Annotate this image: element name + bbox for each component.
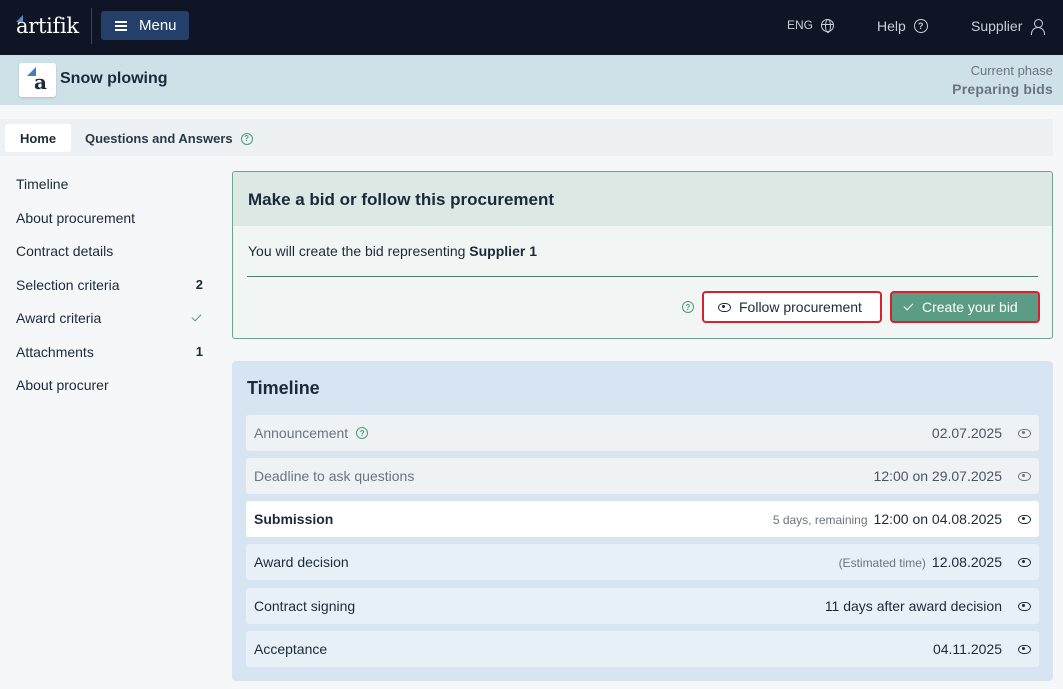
logo-text: artifik xyxy=(16,14,79,38)
eye-icon[interactable] xyxy=(1017,470,1031,482)
procurement-avatar: a xyxy=(19,63,56,97)
timeline-row-note: (Estimated time) xyxy=(838,556,926,570)
logo-mark-icon xyxy=(16,15,23,22)
language-selector[interactable]: ENG xyxy=(787,18,835,33)
timeline-row-value: 04.11.2025 xyxy=(932,641,1002,657)
count-badge: 2 xyxy=(195,276,203,292)
timeline-row-submission[interactable]: Submission 5 days, remaining 12:00 on 04… xyxy=(246,501,1039,537)
eye-icon[interactable] xyxy=(1017,643,1031,655)
sidebar-item-award-criteria[interactable]: Award criteria xyxy=(16,310,206,344)
timeline-row-label: Deadline to ask questions xyxy=(254,468,415,484)
top-navigation-bar: artifik Menu ENG Help ? Supplier xyxy=(0,0,1063,55)
tab-home[interactable]: Home xyxy=(5,124,71,152)
eye-icon[interactable] xyxy=(1017,556,1031,568)
tab-questions-and-answers[interactable]: Questions and Answers ? xyxy=(85,131,253,146)
user-menu[interactable]: Supplier xyxy=(971,18,1046,35)
timeline-row-label: Contract signing xyxy=(254,598,356,614)
sidebar-item-label: Award criteria xyxy=(16,310,102,326)
sidebar-item-timeline[interactable]: Timeline xyxy=(16,176,206,210)
sidebar-item-label: About procurement xyxy=(16,209,136,226)
bid-card: Make a bid or follow this procurement Yo… xyxy=(232,171,1053,339)
tab-label: Questions and Answers xyxy=(85,131,233,146)
timeline-row-label: Announcement xyxy=(254,425,349,441)
eye-icon[interactable] xyxy=(1017,427,1031,439)
timeline-row-label: Submission xyxy=(254,511,334,527)
bid-info-text: You will create the bid representing Sup… xyxy=(248,243,537,259)
side-navigation: Timeline About procurement Contract deta… xyxy=(16,176,206,411)
procurement-header: a Snow plowing Current phase Preparing b… xyxy=(0,55,1063,105)
create-bid-button[interactable]: Create your bid xyxy=(890,291,1040,323)
question-circle-icon[interactable]: ? xyxy=(356,427,369,439)
divider xyxy=(247,276,1038,277)
bid-info-prefix: You will create the bid representing xyxy=(248,243,466,259)
sidebar-item-label: Selection criteria xyxy=(16,276,120,293)
checkmark-icon xyxy=(191,311,202,322)
menu-button[interactable]: Menu xyxy=(101,11,189,40)
bid-card-heading: Make a bid or follow this procurement xyxy=(233,172,1052,226)
sidebar-item-label: Attachments xyxy=(16,343,94,360)
eye-icon[interactable] xyxy=(1017,513,1031,525)
button-label: Follow procurement xyxy=(739,299,862,315)
sidebar-item-label: Timeline xyxy=(16,176,69,192)
sidebar-item-about-procurer[interactable]: About procurer xyxy=(16,377,206,411)
page-title: Snow plowing xyxy=(60,70,168,87)
artifik-logo[interactable]: artifik xyxy=(16,14,79,38)
sidebar-item-contract-details[interactable]: Contract details xyxy=(16,243,206,277)
language-label: ENG xyxy=(787,18,814,32)
timeline-row-question-deadline[interactable]: Deadline to ask questions 12:00 on 29.07… xyxy=(246,458,1039,494)
question-circle-icon: ? xyxy=(913,19,928,33)
timeline-row-value: 12.08.2025 xyxy=(931,554,1002,570)
question-circle-icon: ? xyxy=(240,132,253,145)
count-badge: 1 xyxy=(195,343,203,359)
help-icon[interactable]: ? xyxy=(682,301,694,313)
supplier-name: Supplier 1 xyxy=(469,243,537,259)
timeline-row-acceptance[interactable]: Acceptance 04.11.2025 xyxy=(246,631,1039,667)
timeline-title: Timeline xyxy=(247,378,320,398)
sidebar-item-selection-criteria[interactable]: Selection criteria 2 xyxy=(16,277,206,311)
user-label: Supplier xyxy=(971,18,1023,34)
help-button[interactable]: Help ? xyxy=(877,18,928,34)
checkmark-icon xyxy=(903,300,914,311)
menu-label: Menu xyxy=(139,17,177,34)
eye-icon[interactable] xyxy=(1017,600,1031,612)
timeline-row-label: Acceptance xyxy=(254,641,328,657)
phase-label: Current phase xyxy=(970,63,1053,78)
tab-bar: Home Questions and Answers ? xyxy=(0,119,1053,156)
sidebar-item-label: About procurer xyxy=(16,377,109,393)
timeline-row-announcement[interactable]: Announcement ? 02.07.2025 xyxy=(246,415,1039,451)
timeline-row-note: 5 days, remaining xyxy=(772,513,868,527)
button-label: Create your bid xyxy=(922,299,1018,315)
timeline-panel: Timeline Announcement ? 02.07.2025 Deadl… xyxy=(232,361,1053,681)
phase-value: Preparing bids xyxy=(952,81,1053,97)
timeline-row-value: 12:00 on 04.08.2025 xyxy=(873,511,1002,527)
timeline-row-value: 02.07.2025 xyxy=(931,425,1002,441)
sidebar-item-about-procurement[interactable]: About procurement xyxy=(16,210,206,244)
timeline-row-award-decision[interactable]: Award decision (Estimated time) 12.08.20… xyxy=(246,544,1039,580)
divider xyxy=(91,8,92,44)
avatar-letter: a xyxy=(34,70,47,94)
globe-icon xyxy=(821,18,835,33)
timeline-row-value: 11 days after award decision xyxy=(824,598,1002,614)
follow-procurement-button[interactable]: Follow procurement xyxy=(702,291,882,323)
eye-icon xyxy=(717,301,731,313)
timeline-row-value: 12:00 on 29.07.2025 xyxy=(873,468,1002,484)
hamburger-icon xyxy=(115,20,127,31)
sidebar-item-attachments[interactable]: Attachments 1 xyxy=(16,344,206,378)
user-icon xyxy=(1030,18,1046,35)
timeline-row-contract-signing[interactable]: Contract signing 11 days after award dec… xyxy=(246,588,1039,624)
help-label: Help xyxy=(877,18,906,34)
timeline-row-label: Award decision xyxy=(254,554,349,570)
sidebar-item-label: Contract details xyxy=(16,243,114,259)
